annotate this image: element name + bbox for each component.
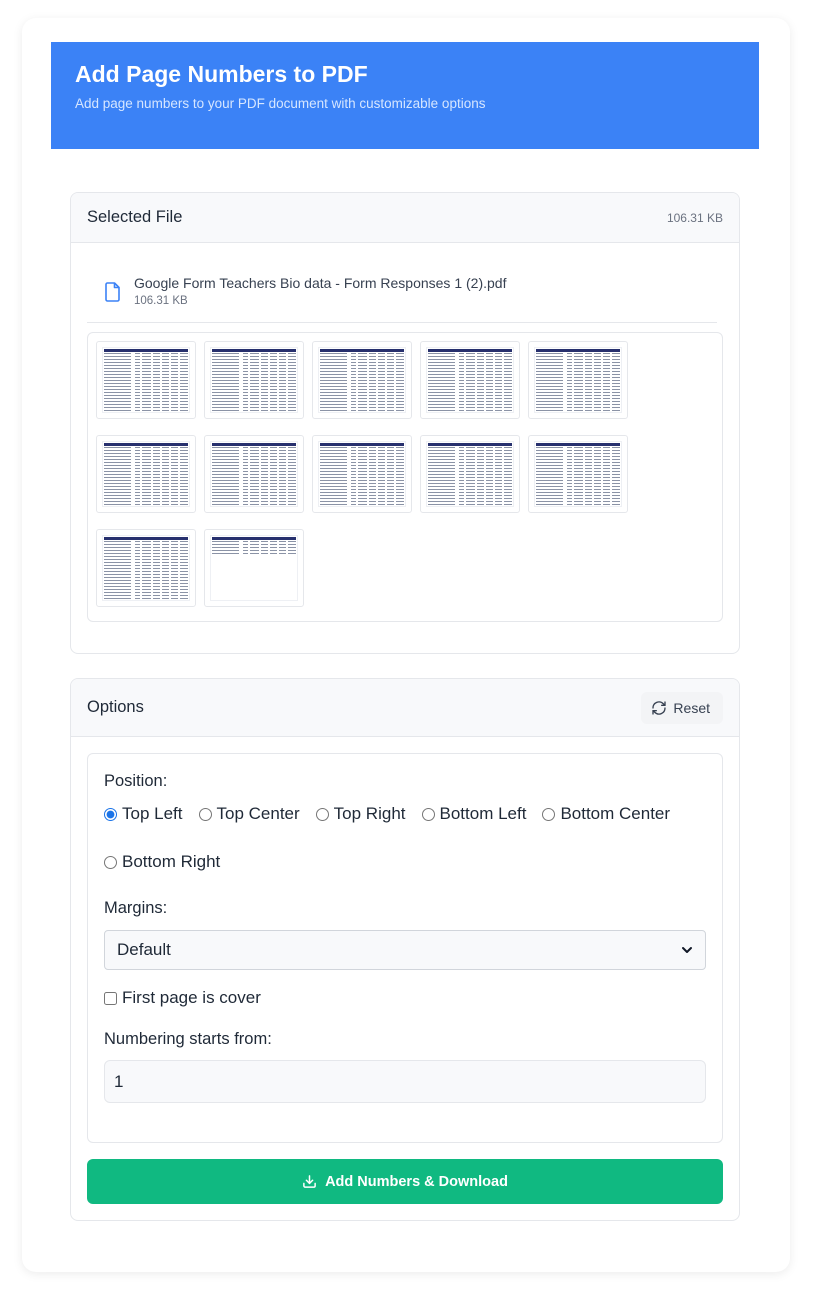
position-radio[interactable] xyxy=(315,807,329,821)
position-radio[interactable] xyxy=(542,807,556,821)
position-option-bottom-right[interactable]: Bottom Right xyxy=(104,852,220,872)
margins-label: Margins: xyxy=(104,899,168,917)
position-radio[interactable] xyxy=(104,855,117,869)
options-form: Position: Top Left Top Center Top Right Bot… xyxy=(87,753,723,1143)
start-number-label: Numbering starts from: xyxy=(104,1030,272,1048)
page-preview-image xyxy=(534,347,622,413)
page-title: Add Page Numbers to PDF xyxy=(75,61,368,87)
position-option-top-left[interactable]: Top Left xyxy=(104,804,183,824)
add-numbers-download-label: Add Numbers & Download xyxy=(325,1173,508,1190)
position-label: Position: xyxy=(104,772,168,790)
page-preview-image xyxy=(102,347,190,413)
position-radio[interactable] xyxy=(198,807,212,821)
file-info: Google Form Teachers Bio data - Form Res… xyxy=(134,275,506,307)
page-thumbnail-grid xyxy=(87,332,723,622)
selected-file-title: Selected File xyxy=(87,208,183,226)
file-item: Google Form Teachers Bio data - Form Res… xyxy=(87,275,717,323)
cover-checkbox[interactable] xyxy=(104,991,117,1005)
total-size: 106.31 KB xyxy=(666,210,723,225)
selected-file-header: Selected File 106.31 KB xyxy=(71,193,739,243)
page-subtitle: Add page numbers to your PDF document wi… xyxy=(75,95,486,111)
page-preview-image xyxy=(426,347,514,413)
cover-label: First page is cover xyxy=(122,988,261,1007)
page-thumbnail[interactable] xyxy=(204,435,304,513)
page-preview-image xyxy=(426,441,514,507)
page-preview-image xyxy=(534,441,622,507)
options-title: Options xyxy=(87,698,144,716)
position-option-label: Bottom Left xyxy=(439,804,527,823)
position-option-label: Top Right xyxy=(333,804,406,823)
page-thumbnail[interactable] xyxy=(96,529,196,607)
position-radio-group: Top Left Top Center Top Right Bottom Left Bo… xyxy=(104,804,708,872)
file-icon xyxy=(105,282,120,302)
margins-select-value: Default xyxy=(117,940,171,959)
page-preview-image xyxy=(210,441,298,507)
page-thumbnail[interactable] xyxy=(528,435,628,513)
reset-button[interactable]: Reset xyxy=(641,691,723,724)
position-option-label: Bottom Right xyxy=(122,852,221,871)
position-option-label: Top Left xyxy=(122,804,183,823)
options-panel: Options Reset Position: Top Left Top Cent… xyxy=(70,678,740,1221)
options-header: Options Reset xyxy=(71,679,739,737)
position-option-bottom-center[interactable]: Bottom Center xyxy=(542,804,670,824)
position-radio[interactable] xyxy=(104,807,117,821)
reset-label: Reset xyxy=(673,699,710,716)
position-option-top-right[interactable]: Top Right xyxy=(315,804,406,824)
page-preview-image xyxy=(318,347,406,413)
add-numbers-download-button[interactable]: Add Numbers & Download xyxy=(87,1159,723,1204)
file-size: 106.31 KB xyxy=(134,295,188,307)
page-thumbnail[interactable] xyxy=(204,341,304,419)
page-thumbnail[interactable] xyxy=(420,435,520,513)
page-header: Add Page Numbers to PDF Add page numbers… xyxy=(51,42,759,149)
file-name: Google Form Teachers Bio data - Form Res… xyxy=(134,275,507,291)
position-option-top-center[interactable]: Top Center xyxy=(198,804,300,824)
page-thumbnail[interactable] xyxy=(312,435,412,513)
download-icon xyxy=(303,1175,316,1188)
position-option-label: Top Center xyxy=(216,804,300,823)
selected-file-panel: Selected File 106.31 KB Google Form Teac… xyxy=(70,192,740,654)
page-preview-image xyxy=(210,535,298,601)
chevron-down-icon xyxy=(682,947,692,953)
page-thumbnail[interactable] xyxy=(204,529,304,607)
page-thumbnail[interactable] xyxy=(312,341,412,419)
position-option-bottom-left[interactable]: Bottom Left xyxy=(421,804,527,824)
page-preview-image xyxy=(318,441,406,507)
cover-checkbox-row[interactable]: First page is cover xyxy=(104,988,706,1008)
position-radio[interactable] xyxy=(421,807,435,821)
margins-select[interactable]: Default xyxy=(104,930,706,970)
page-thumbnail[interactable] xyxy=(96,435,196,513)
start-number-input[interactable] xyxy=(104,1060,706,1103)
page-preview-image xyxy=(102,441,190,507)
page-preview-image xyxy=(102,535,190,601)
page-thumbnail[interactable] xyxy=(420,341,520,419)
page-thumbnail[interactable] xyxy=(96,341,196,419)
position-option-label: Bottom Center xyxy=(560,804,671,823)
page-preview-image xyxy=(210,347,298,413)
refresh-icon xyxy=(652,700,667,715)
page-thumbnail[interactable] xyxy=(528,341,628,419)
